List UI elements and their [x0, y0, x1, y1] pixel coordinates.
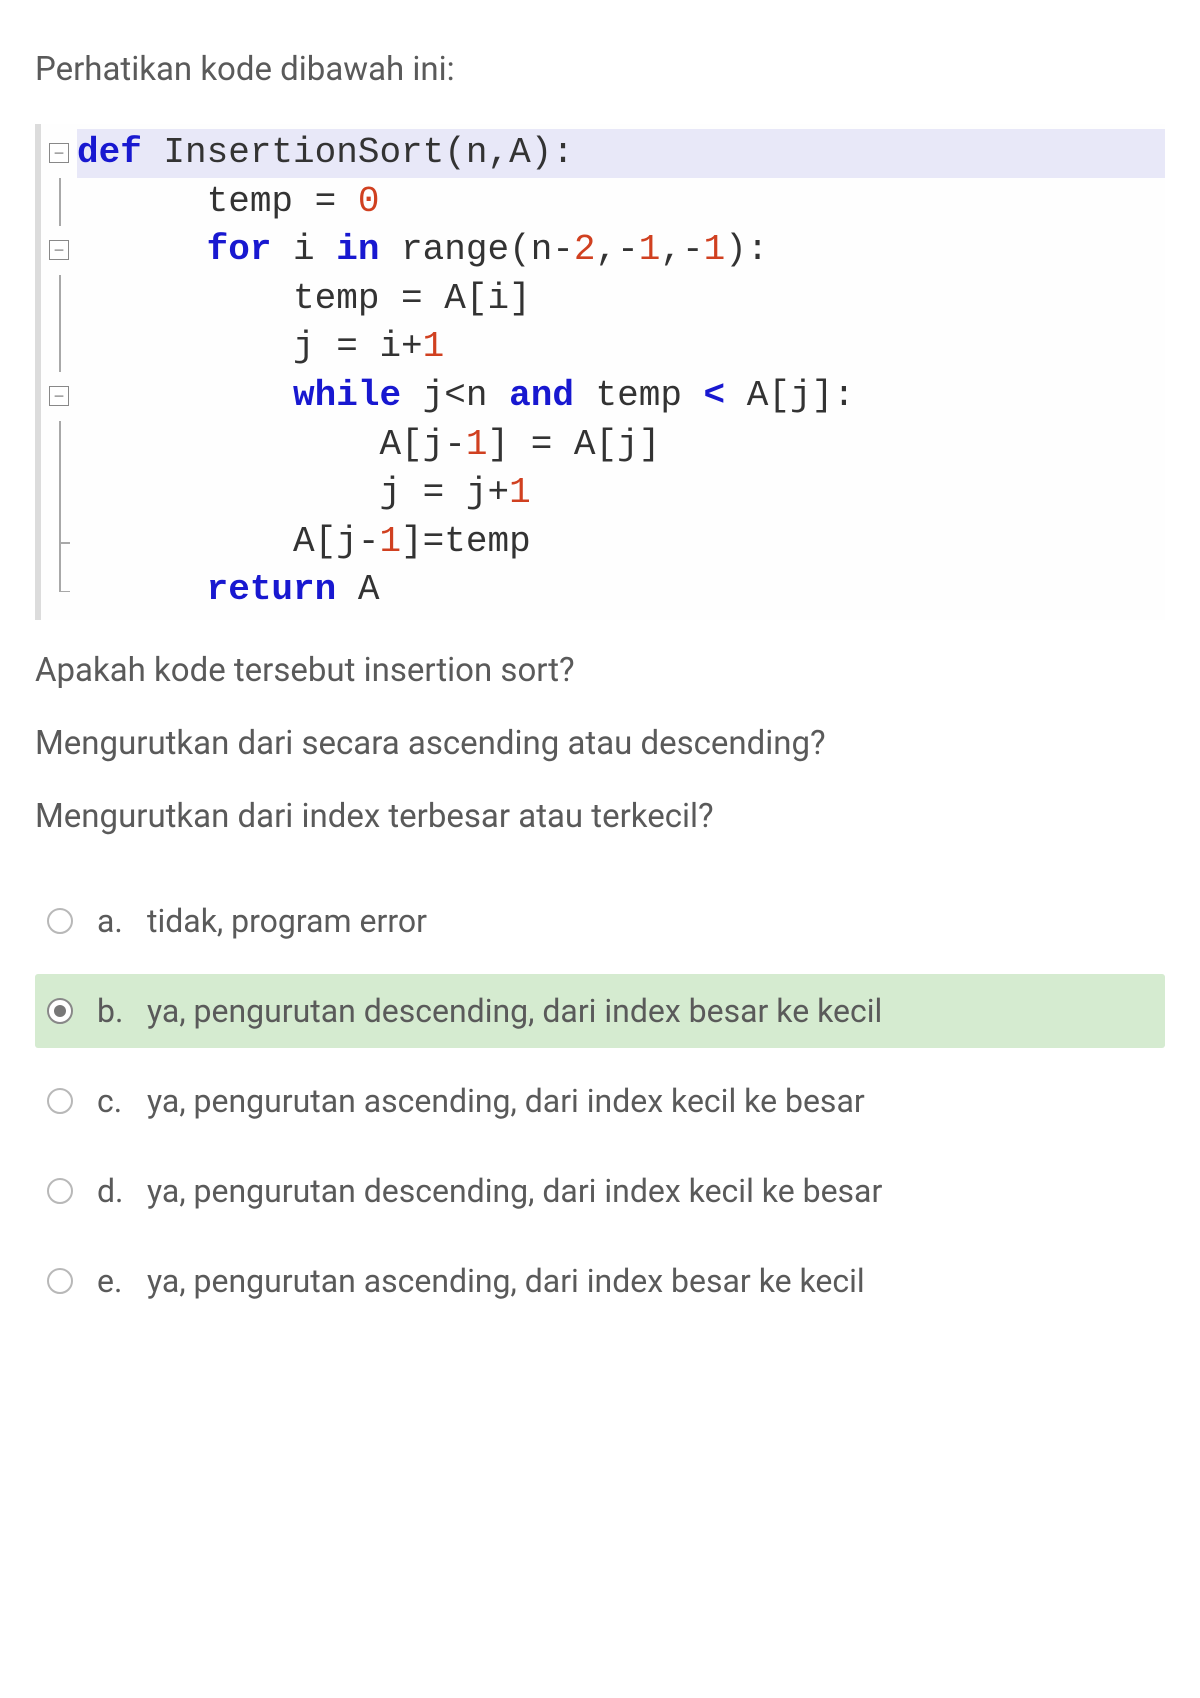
radio-icon[interactable]: [47, 1088, 73, 1114]
code-text: A: [336, 569, 379, 610]
code-text: temp = A[i]: [77, 278, 531, 319]
option-text: ya, pengurutan descending, dari index ke…: [147, 1172, 1153, 1210]
code-text: [77, 569, 207, 610]
option-letter: e.: [97, 1262, 147, 1300]
option-letter: c.: [97, 1082, 147, 1120]
fold-gutter: [41, 323, 77, 372]
code-number: 1: [704, 229, 726, 270]
code-number: 1: [639, 229, 661, 270]
code-line-3: − for i in range(n-2,-1,-1):: [41, 226, 1165, 275]
code-text: [77, 375, 293, 416]
code-number: 1: [423, 326, 445, 367]
radio-icon[interactable]: [47, 1268, 73, 1294]
code-line-8: j = j+1: [41, 469, 1165, 518]
keyword-and: and: [509, 375, 574, 416]
fold-gutter: [41, 421, 77, 470]
keyword-in: in: [336, 229, 379, 270]
code-line-4: temp = A[i]: [41, 275, 1165, 324]
option-e[interactable]: e. ya, pengurutan ascending, dari index …: [35, 1244, 1165, 1318]
code-text: ,-: [596, 229, 639, 270]
code-text: ,-: [660, 229, 703, 270]
option-letter: b.: [97, 992, 147, 1030]
code-number: 1: [379, 521, 401, 562]
option-letter: d.: [97, 1172, 147, 1210]
question-intro: Perhatikan kode dibawah ini:: [35, 50, 1165, 89]
option-c[interactable]: c. ya, pengurutan ascending, dari index …: [35, 1064, 1165, 1138]
radio-icon[interactable]: [47, 1178, 73, 1204]
function-name: InsertionSort: [142, 132, 444, 173]
code-text: A[j-: [77, 424, 466, 465]
code-text: j = i+: [77, 326, 423, 367]
code-line-7: A[j-1] = A[j]: [41, 421, 1165, 470]
code-text: temp: [574, 375, 704, 416]
code-line-9: A[j-1]=temp: [41, 518, 1165, 567]
code-text: temp =: [77, 181, 358, 222]
code-line-1: − def InsertionSort(n,A):: [41, 129, 1165, 178]
question-2: Mengurutkan dari secara ascending atau d…: [35, 723, 1165, 766]
question-1: Apakah kode tersebut insertion sort?: [35, 650, 1165, 693]
code-line-5: j = i+1: [41, 323, 1165, 372]
keyword-return: return: [207, 569, 337, 610]
code-text: range(n-: [379, 229, 573, 270]
code-text: i: [271, 229, 336, 270]
operator-lt: <: [704, 375, 726, 416]
fold-gutter[interactable]: −: [41, 129, 77, 178]
radio-icon-checked[interactable]: [47, 998, 73, 1024]
fold-minus-icon[interactable]: −: [49, 143, 69, 163]
code-text: ]=temp: [401, 521, 531, 562]
fold-gutter: [41, 275, 77, 324]
code-text: j = j+: [77, 472, 509, 513]
code-text: (n,A):: [444, 132, 574, 173]
keyword-for: for: [207, 229, 272, 270]
fold-gutter: [41, 469, 77, 518]
code-text: A[j]:: [725, 375, 855, 416]
fold-gutter: [41, 566, 77, 615]
option-a[interactable]: a. tidak, program error: [35, 884, 1165, 958]
option-text: ya, pengurutan ascending, dari index bes…: [147, 1262, 1153, 1300]
keyword-while: while: [293, 375, 401, 416]
code-number: 0: [358, 181, 380, 222]
code-number: 1: [509, 472, 531, 513]
option-d[interactable]: d. ya, pengurutan descending, dari index…: [35, 1154, 1165, 1228]
code-text: j<n: [401, 375, 509, 416]
code-line-6: − while j<n and temp < A[j]:: [41, 372, 1165, 421]
option-text: ya, pengurutan descending, dari index be…: [147, 992, 1153, 1030]
option-text: tidak, program error: [147, 902, 1153, 940]
code-text: A[j-: [77, 521, 379, 562]
radio-icon[interactable]: [47, 908, 73, 934]
fold-gutter[interactable]: −: [41, 372, 77, 421]
code-text: ):: [725, 229, 768, 270]
fold-gutter: [41, 518, 77, 567]
fold-gutter[interactable]: −: [41, 226, 77, 275]
question-3: Mengurutkan dari index terbesar atau ter…: [35, 796, 1165, 839]
fold-minus-icon[interactable]: −: [49, 240, 69, 260]
keyword-def: def: [77, 132, 142, 173]
code-line-2: temp = 0: [41, 178, 1165, 227]
option-b[interactable]: b. ya, pengurutan descending, dari index…: [35, 974, 1165, 1048]
code-number: 1: [466, 424, 488, 465]
fold-gutter: [41, 178, 77, 227]
code-block: − def InsertionSort(n,A): temp = 0 − for…: [35, 124, 1165, 620]
code-text: [77, 229, 207, 270]
code-line-10: return A: [41, 566, 1165, 615]
option-text: ya, pengurutan ascending, dari index kec…: [147, 1082, 1153, 1120]
fold-minus-icon[interactable]: −: [49, 386, 69, 406]
code-number: 2: [574, 229, 596, 270]
option-letter: a.: [97, 902, 147, 940]
code-text: ] = A[j]: [487, 424, 660, 465]
options-list: a. tidak, program error b. ya, penguruta…: [35, 884, 1165, 1318]
